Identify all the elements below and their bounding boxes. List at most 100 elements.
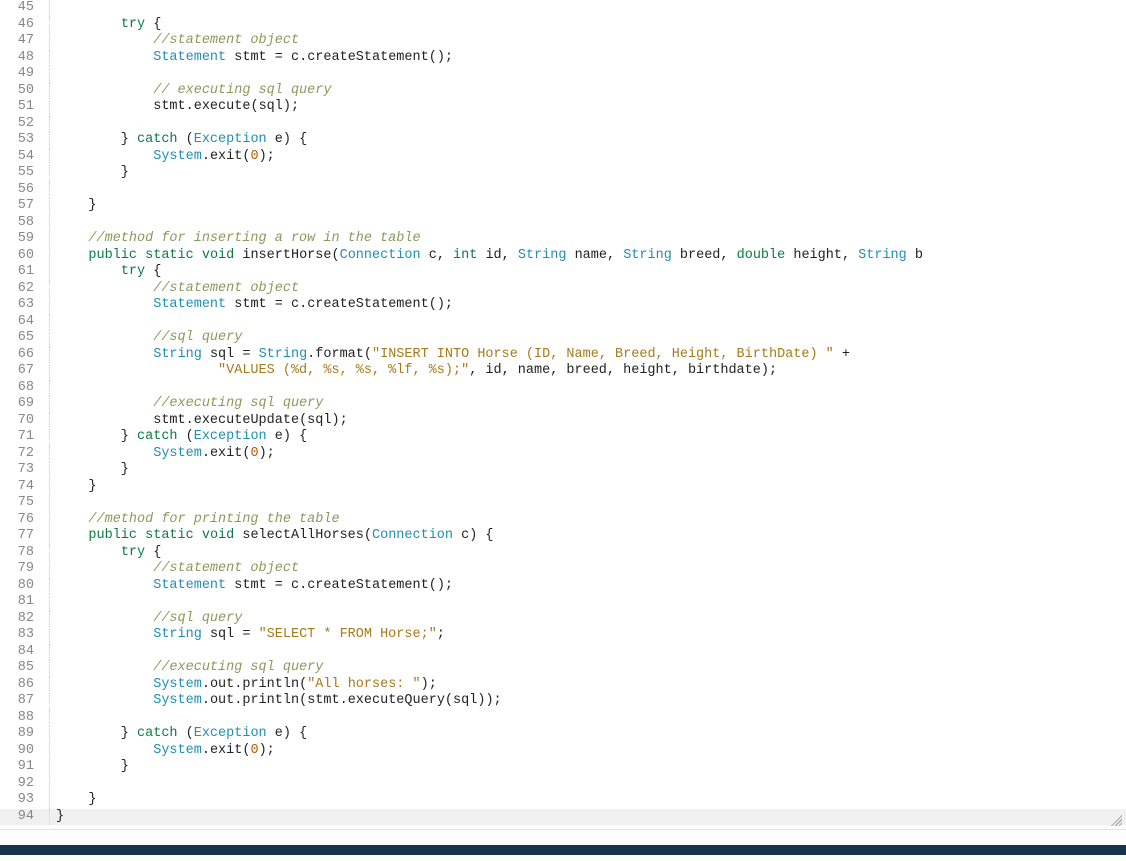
resize-handle-icon[interactable]	[1108, 812, 1122, 826]
code-line[interactable]: 68	[0, 380, 1126, 397]
code-line[interactable]: 61 try {	[0, 264, 1126, 281]
code-text[interactable]: public static void insertHorse(Connectio…	[56, 248, 1126, 265]
code-text[interactable]: String sql = String.format("INSERT INTO …	[56, 347, 1126, 364]
code-line[interactable]: 80 Statement stmt = c.createStatement();	[0, 578, 1126, 595]
code-line[interactable]: 86 System.out.println("All horses: ");	[0, 677, 1126, 694]
code-line[interactable]: 56	[0, 182, 1126, 199]
code-text[interactable]: //method for inserting a row in the tabl…	[56, 231, 1126, 248]
code-line[interactable]: 69 //executing sql query	[0, 396, 1126, 413]
code-line[interactable]: 81	[0, 594, 1126, 611]
code-line[interactable]: 51 stmt.execute(sql);	[0, 99, 1126, 116]
code-line[interactable]: 66 String sql = String.format("INSERT IN…	[0, 347, 1126, 364]
code-text[interactable]	[56, 495, 1126, 512]
code-text[interactable]: }	[56, 809, 1126, 826]
code-text[interactable]: System.exit(0);	[56, 149, 1126, 166]
code-text[interactable]: }	[56, 479, 1126, 496]
code-line[interactable]: 58	[0, 215, 1126, 232]
code-line[interactable]: 70 stmt.executeUpdate(sql);	[0, 413, 1126, 430]
code-line[interactable]: 76 //method for printing the table	[0, 512, 1126, 529]
code-text[interactable]: //executing sql query	[56, 396, 1126, 413]
code-line[interactable]: 52	[0, 116, 1126, 133]
code-line[interactable]: 92	[0, 776, 1126, 793]
code-line[interactable]: 62 //statement object	[0, 281, 1126, 298]
code-line[interactable]: 50 // executing sql query	[0, 83, 1126, 100]
code-line[interactable]: 94}	[0, 809, 1126, 826]
code-line[interactable]: 47 //statement object	[0, 33, 1126, 50]
code-text[interactable]	[56, 116, 1126, 133]
code-text[interactable]: Statement stmt = c.createStatement();	[56, 297, 1126, 314]
code-text[interactable]	[56, 776, 1126, 793]
code-line[interactable]: 54 System.exit(0);	[0, 149, 1126, 166]
code-text[interactable]: //sql query	[56, 611, 1126, 628]
code-text[interactable]: stmt.execute(sql);	[56, 99, 1126, 116]
code-text[interactable]: //sql query	[56, 330, 1126, 347]
code-line[interactable]: 57 }	[0, 198, 1126, 215]
code-text[interactable]	[56, 314, 1126, 331]
editor-content[interactable]: 4546 try {47 //statement object48 Statem…	[0, 0, 1126, 830]
code-text[interactable]: "VALUES (%d, %s, %s, %lf, %s);", id, nam…	[56, 363, 1126, 380]
code-line[interactable]: 55 }	[0, 165, 1126, 182]
code-text[interactable]	[56, 380, 1126, 397]
code-line[interactable]: 84	[0, 644, 1126, 661]
code-line[interactable]: 75	[0, 495, 1126, 512]
code-text[interactable]: Statement stmt = c.createStatement();	[56, 50, 1126, 67]
code-line[interactable]: 88	[0, 710, 1126, 727]
code-text[interactable]: try {	[56, 264, 1126, 281]
code-line[interactable]: 83 String sql = "SELECT * FROM Horse;";	[0, 627, 1126, 644]
code-line[interactable]: 93 }	[0, 792, 1126, 809]
code-line[interactable]: 48 Statement stmt = c.createStatement();	[0, 50, 1126, 67]
code-text[interactable]: System.out.println("All horses: ");	[56, 677, 1126, 694]
code-text[interactable]	[56, 0, 1126, 17]
code-text[interactable]	[56, 710, 1126, 727]
code-line[interactable]: 72 System.exit(0);	[0, 446, 1126, 463]
code-text[interactable]: try {	[56, 17, 1126, 34]
code-text[interactable]: } catch (Exception e) {	[56, 132, 1126, 149]
code-text[interactable]: } catch (Exception e) {	[56, 429, 1126, 446]
code-text[interactable]: try {	[56, 545, 1126, 562]
code-line[interactable]: 74 }	[0, 479, 1126, 496]
code-text[interactable]: }	[56, 792, 1126, 809]
code-line[interactable]: 89 } catch (Exception e) {	[0, 726, 1126, 743]
code-text[interactable]: stmt.executeUpdate(sql);	[56, 413, 1126, 430]
code-line[interactable]: 78 try {	[0, 545, 1126, 562]
code-text[interactable]: //statement object	[56, 33, 1126, 50]
code-line[interactable]: 67 "VALUES (%d, %s, %s, %lf, %s);", id, …	[0, 363, 1126, 380]
code-line[interactable]: 65 //sql query	[0, 330, 1126, 347]
code-text[interactable]: }	[56, 759, 1126, 776]
code-text[interactable]	[56, 66, 1126, 83]
code-text[interactable]	[56, 215, 1126, 232]
code-line[interactable]: 60 public static void insertHorse(Connec…	[0, 248, 1126, 265]
code-text[interactable]: //statement object	[56, 281, 1126, 298]
code-line[interactable]: 82 //sql query	[0, 611, 1126, 628]
code-line[interactable]: 85 //executing sql query	[0, 660, 1126, 677]
code-text[interactable]: System.exit(0);	[56, 743, 1126, 760]
code-line[interactable]: 87 System.out.println(stmt.executeQuery(…	[0, 693, 1126, 710]
code-text[interactable]: System.out.println(stmt.executeQuery(sql…	[56, 693, 1126, 710]
code-text[interactable]: String sql = "SELECT * FROM Horse;";	[56, 627, 1126, 644]
code-line[interactable]: 53 } catch (Exception e) {	[0, 132, 1126, 149]
code-text[interactable]: // executing sql query	[56, 83, 1126, 100]
code-editor[interactable]: 4546 try {47 //statement object48 Statem…	[0, 0, 1126, 830]
code-text[interactable]: } catch (Exception e) {	[56, 726, 1126, 743]
code-line[interactable]: 77 public static void selectAllHorses(Co…	[0, 528, 1126, 545]
code-text[interactable]	[56, 182, 1126, 199]
code-line[interactable]: 64	[0, 314, 1126, 331]
code-text[interactable]: System.exit(0);	[56, 446, 1126, 463]
code-text[interactable]: //executing sql query	[56, 660, 1126, 677]
code-line[interactable]: 71 } catch (Exception e) {	[0, 429, 1126, 446]
code-text[interactable]: //method for printing the table	[56, 512, 1126, 529]
code-text[interactable]	[56, 594, 1126, 611]
code-line[interactable]: 49	[0, 66, 1126, 83]
code-line[interactable]: 63 Statement stmt = c.createStatement();	[0, 297, 1126, 314]
code-line[interactable]: 90 System.exit(0);	[0, 743, 1126, 760]
code-line[interactable]: 46 try {	[0, 17, 1126, 34]
code-line[interactable]: 59 //method for inserting a row in the t…	[0, 231, 1126, 248]
code-text[interactable]: public static void selectAllHorses(Conne…	[56, 528, 1126, 545]
code-text[interactable]: }	[56, 198, 1126, 215]
code-line[interactable]: 91 }	[0, 759, 1126, 776]
code-line[interactable]: 79 //statement object	[0, 561, 1126, 578]
code-text[interactable]: //statement object	[56, 561, 1126, 578]
code-line[interactable]: 73 }	[0, 462, 1126, 479]
code-text[interactable]: }	[56, 462, 1126, 479]
code-text[interactable]: }	[56, 165, 1126, 182]
